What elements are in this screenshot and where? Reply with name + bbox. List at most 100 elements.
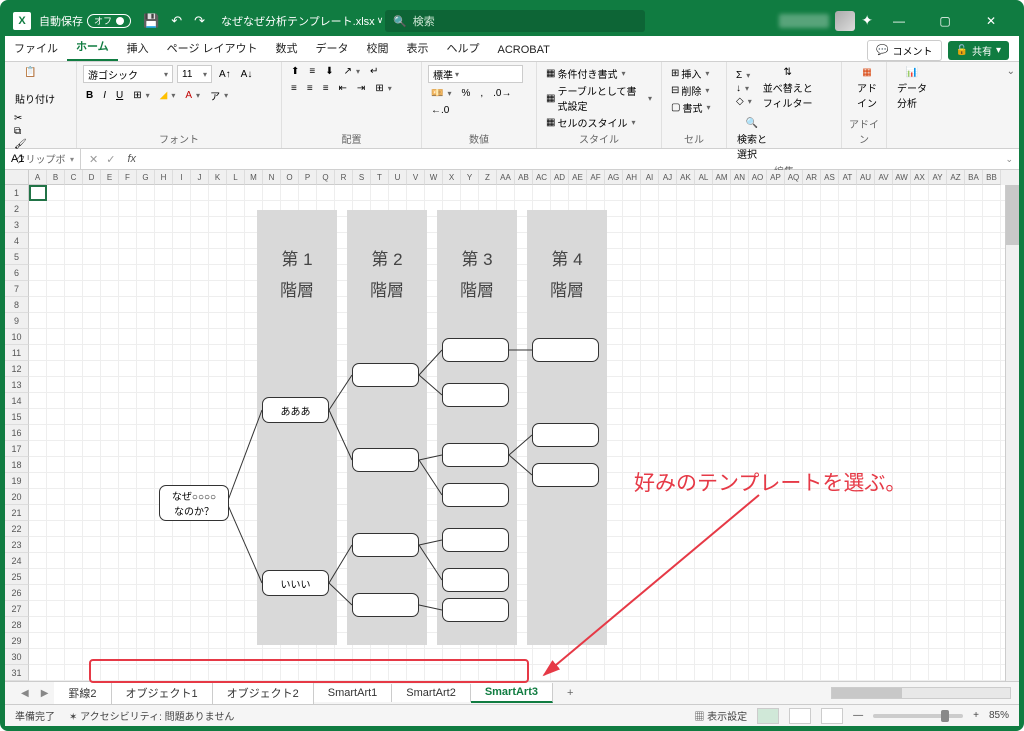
col-header[interactable]: J bbox=[191, 170, 209, 185]
percent-icon[interactable]: % bbox=[458, 87, 473, 100]
font-name-select[interactable]: 游ゴシック bbox=[83, 65, 173, 83]
confirm-formula-icon[interactable]: ✓ bbox=[106, 153, 115, 166]
tab-insert[interactable]: 挿入 bbox=[118, 35, 158, 61]
col-header[interactable]: AQ bbox=[785, 170, 803, 185]
sheet-tab-4[interactable]: SmartArt2 bbox=[392, 684, 471, 702]
col-header[interactable]: H bbox=[155, 170, 173, 185]
row-header[interactable]: 8 bbox=[5, 297, 29, 313]
node-l4-1[interactable] bbox=[532, 423, 599, 447]
node-l2-2[interactable] bbox=[352, 533, 419, 557]
cell-styles-button[interactable]: ▦ セルのスタイル bbox=[543, 114, 655, 131]
row-header[interactable]: 18 bbox=[5, 457, 29, 473]
row-header[interactable]: 24 bbox=[5, 553, 29, 569]
row-header[interactable]: 21 bbox=[5, 505, 29, 521]
row-header[interactable]: 28 bbox=[5, 617, 29, 633]
zoom-level[interactable]: 85% bbox=[989, 710, 1009, 721]
tab-review[interactable]: 校閲 bbox=[358, 35, 398, 61]
col-header[interactable]: AA bbox=[497, 170, 515, 185]
qat-undo-icon[interactable]: ↶ bbox=[171, 13, 182, 29]
align-left-icon[interactable]: ≡ bbox=[288, 82, 300, 95]
sheet-tab-2[interactable]: オブジェクト2 bbox=[213, 682, 314, 704]
col-header[interactable]: Y bbox=[461, 170, 479, 185]
col-header[interactable]: AH bbox=[623, 170, 641, 185]
increase-font-icon[interactable]: A↑ bbox=[216, 68, 234, 81]
font-size-select[interactable]: 11 bbox=[177, 65, 212, 83]
col-header[interactable]: AC bbox=[533, 170, 551, 185]
sheet-tab-1[interactable]: オブジェクト1 bbox=[112, 682, 213, 704]
col-header[interactable]: AV bbox=[875, 170, 893, 185]
tab-formulas[interactable]: 数式 bbox=[267, 35, 307, 61]
row-header[interactable]: 11 bbox=[5, 345, 29, 361]
col-header[interactable]: R bbox=[335, 170, 353, 185]
comments-button[interactable]: 💬 コメント bbox=[867, 40, 941, 61]
tab-view[interactable]: 表示 bbox=[398, 35, 438, 61]
col-header[interactable]: W bbox=[425, 170, 443, 185]
tab-nav-next[interactable]: ▶ bbox=[35, 688, 55, 699]
col-header[interactable]: Z bbox=[479, 170, 497, 185]
col-header[interactable]: AD bbox=[551, 170, 569, 185]
tab-help[interactable]: ヘルプ bbox=[438, 35, 489, 61]
col-header[interactable]: I bbox=[173, 170, 191, 185]
ribbon-collapse-icon[interactable]: ⌄ bbox=[1003, 62, 1019, 148]
node-l4-2[interactable] bbox=[532, 463, 599, 487]
col-header[interactable]: AY bbox=[929, 170, 947, 185]
col-header[interactable]: AI bbox=[641, 170, 659, 185]
indent-decrease-icon[interactable]: ⇤ bbox=[336, 82, 350, 95]
row-header[interactable]: 25 bbox=[5, 569, 29, 585]
col-header[interactable]: AB bbox=[515, 170, 533, 185]
column-headers[interactable]: ABCDEFGHIJKLMNOPQRSTUVWXYZAAABACADAEAFAG… bbox=[5, 170, 1019, 185]
zoom-out-button[interactable]: — bbox=[853, 710, 863, 721]
sheet-tab-5[interactable]: SmartArt3 bbox=[471, 683, 553, 703]
decrease-decimal-icon[interactable]: ←.0 bbox=[428, 104, 452, 117]
tab-data[interactable]: データ bbox=[307, 35, 358, 61]
row-header[interactable]: 9 bbox=[5, 313, 29, 329]
name-box[interactable]: A1▾ bbox=[5, 149, 81, 169]
qat-save-icon[interactable]: 💾 bbox=[143, 13, 159, 29]
col-header[interactable]: AS bbox=[821, 170, 839, 185]
col-header[interactable]: O bbox=[281, 170, 299, 185]
col-header[interactable]: AX bbox=[911, 170, 929, 185]
col-header[interactable]: Q bbox=[317, 170, 335, 185]
indent-increase-icon[interactable]: ⇥ bbox=[354, 82, 368, 95]
zoom-in-button[interactable]: + bbox=[973, 710, 979, 721]
node-l1-1[interactable]: いいい bbox=[262, 570, 329, 596]
col-header[interactable]: F bbox=[119, 170, 137, 185]
view-pagelayout-icon[interactable] bbox=[789, 708, 811, 724]
row-headers[interactable]: 1234567891011121314151617181920212223242… bbox=[5, 185, 29, 681]
search-input[interactable]: 🔍 検索 bbox=[385, 10, 645, 32]
row-header[interactable]: 2 bbox=[5, 201, 29, 217]
italic-button[interactable]: I bbox=[100, 89, 109, 102]
col-header[interactable]: L bbox=[227, 170, 245, 185]
display-settings-button[interactable]: ▦ 表示設定 bbox=[694, 708, 747, 723]
row-header[interactable]: 5 bbox=[5, 249, 29, 265]
col-header[interactable]: AE bbox=[569, 170, 587, 185]
row-header[interactable]: 13 bbox=[5, 377, 29, 393]
horizontal-scrollbar[interactable] bbox=[831, 687, 1011, 699]
node-l4-0[interactable] bbox=[532, 338, 599, 362]
row-header[interactable]: 26 bbox=[5, 585, 29, 601]
currency-icon[interactable]: 💴 bbox=[428, 87, 454, 100]
node-l3-4[interactable] bbox=[442, 528, 509, 552]
col-header[interactable]: V bbox=[407, 170, 425, 185]
col-header[interactable]: B bbox=[47, 170, 65, 185]
insert-cells-button[interactable]: ⊞ 挿入 bbox=[668, 65, 720, 82]
row-header[interactable]: 22 bbox=[5, 521, 29, 537]
row-header[interactable]: 23 bbox=[5, 537, 29, 553]
col-header[interactable]: AJ bbox=[659, 170, 677, 185]
row-header[interactable]: 14 bbox=[5, 393, 29, 409]
row-header[interactable]: 29 bbox=[5, 633, 29, 649]
col-header[interactable]: AP bbox=[767, 170, 785, 185]
autosave-toggle[interactable]: オフ bbox=[87, 14, 131, 28]
underline-button[interactable]: U bbox=[113, 89, 126, 102]
maximize-button[interactable]: ▢ bbox=[925, 5, 965, 36]
align-middle-icon[interactable]: ≡ bbox=[306, 65, 318, 78]
data-analysis-button[interactable]: 📊データ 分析 bbox=[893, 65, 931, 112]
row-header[interactable]: 3 bbox=[5, 217, 29, 233]
row-header[interactable]: 17 bbox=[5, 441, 29, 457]
format-as-table-button[interactable]: ▦ テーブルとして書式設定 bbox=[543, 82, 655, 114]
tab-nav-prev[interactable]: ◀ bbox=[15, 688, 35, 699]
tab-acrobat[interactable]: ACROBAT bbox=[489, 39, 559, 61]
view-normal-icon[interactable] bbox=[757, 708, 779, 724]
minimize-button[interactable]: — bbox=[879, 5, 919, 36]
wrap-text-icon[interactable]: ↵ bbox=[367, 65, 381, 78]
